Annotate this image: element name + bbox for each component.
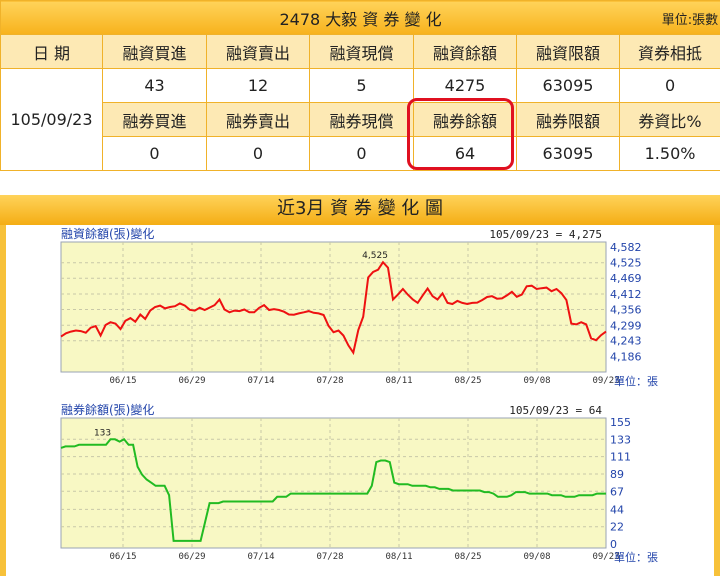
y-tick-label: 4,243 [610, 335, 642, 348]
y-tick-label: 4,582 [610, 241, 642, 254]
short-header-row: 融券買進 融券賣出 融券現償 融券餘額 融券限額 券資比% [0, 102, 720, 137]
margin-value-cell: 12 [206, 68, 310, 103]
x-tick-label: 08/11 [385, 376, 412, 386]
y-tick-label: 22 [610, 521, 624, 534]
x-tick-label: 08/11 [385, 552, 412, 562]
margin-value-cell: 0 [618, 68, 720, 103]
chart-section-title: 近3月 資 券 變 化 圖 [0, 195, 720, 225]
unit-label: 單位：張 [614, 374, 658, 388]
summary-title-bar: 2478 大毅 資 券 變 化 單位:張數 [0, 0, 720, 35]
margin-value-cell: 5 [309, 68, 414, 103]
short-value-cell: 63095 [516, 136, 620, 171]
x-tick-label: 08/25 [454, 376, 481, 386]
margin-header-cell: 融資限額 [516, 34, 620, 69]
short-header-cell: 券資比% [618, 102, 720, 137]
margin-header-cell: 融資賣出 [206, 34, 310, 69]
short-header-cell: 融券限額 [516, 102, 620, 137]
y-tick-label: 4,525 [610, 257, 642, 270]
plot-area [60, 417, 607, 549]
y-tick-label: 89 [610, 468, 624, 481]
margin-header-cell: 融資餘額 [413, 34, 517, 69]
short-value-cell: 0 [309, 136, 414, 171]
chart-section: 近3月 資 券 變 化 圖 06/15 06/29 07/14 07/28 08/11 0… [0, 195, 720, 576]
summary-table: 2478 大毅 資 券 變 化 單位:張數 日 期 融資買進 融資賣出 融資現償… [0, 0, 720, 171]
short-value-row: 0 0 0 64 63095 1.50% [1, 136, 720, 171]
x-tick-label: 07/28 [316, 376, 343, 386]
x-tick-label: 06/15 [109, 376, 136, 386]
margin-header-cell: 融資現償 [309, 34, 414, 69]
short-header-cell: 融券現償 [309, 102, 414, 137]
margin-value-cell: 63095 [516, 68, 620, 103]
short-balance-highlight [407, 98, 514, 170]
margin-value-row: 105/09/23 43 12 5 4275 63095 0 [0, 68, 720, 171]
x-tick-label: 08/25 [454, 552, 481, 562]
y-tick-label: 4,299 [610, 319, 642, 332]
latest-value-label: 105/09/23 = 64 [509, 404, 602, 417]
unit-label: 單位:張數 [661, 13, 719, 28]
x-tick-label: 06/29 [178, 552, 205, 562]
short-value-cell: 0 [102, 136, 207, 171]
short-header-cell: 融券賣出 [206, 102, 310, 137]
plot-area [60, 241, 607, 373]
y-tick-label: 0 [610, 538, 617, 551]
peak-value-label: 133 [94, 428, 111, 438]
date-header: 日 期 [0, 34, 103, 69]
short-value-cell: 0 [206, 136, 310, 171]
chart-panel: 06/15 06/29 07/14 07/28 08/11 08/25 09/08 09/23… [6, 225, 714, 576]
date-cell: 105/09/23 [0, 68, 103, 171]
x-tick-label: 07/14 [247, 552, 274, 562]
x-tick-label: 07/14 [247, 376, 274, 386]
y-tick-label: 111 [610, 451, 631, 464]
margin-balance-chart: 06/15 06/29 07/14 07/28 08/11 08/25 09/08 09/23… [60, 226, 658, 388]
y-tick-label: 4,412 [610, 288, 642, 301]
latest-value-label: 105/09/23 = 4,275 [489, 228, 602, 241]
y-tick-label: 133 [610, 433, 631, 446]
x-tick-label: 07/28 [316, 552, 343, 562]
summary-title: 2478 大毅 資 券 變 化 [279, 9, 442, 29]
short-value-cell: 1.50% [618, 136, 720, 171]
short-balance-chart: 06/15 06/29 07/14 07/28 08/11 08/25 09/08 09/23… [60, 402, 658, 564]
y-tick-label: 44 [610, 503, 624, 516]
x-tick-label: 06/15 [109, 552, 136, 562]
margin-header-cell: 資券相抵 [618, 34, 720, 69]
y-tick-label: 67 [610, 485, 624, 498]
short-header-cell: 融券買進 [102, 102, 207, 137]
unit-label: 單位：張 [614, 550, 658, 564]
y-tick-label: 4,469 [610, 272, 642, 285]
x-tick-label: 09/08 [523, 552, 550, 562]
x-tick-label: 09/08 [523, 376, 550, 386]
chart-title: 融資餘額(張)變化 [61, 226, 154, 241]
margin-header-row: 日 期 融資買進 融資賣出 融資現償 融資餘額 融資限額 資券相抵 [0, 34, 720, 69]
chart-title: 融券餘額(張)變化 [61, 402, 154, 417]
peak-value-label: 4,525 [362, 251, 388, 261]
margin-header-cell: 融資買進 [102, 34, 207, 69]
y-tick-label: 155 [610, 416, 631, 429]
y-tick-label: 4,356 [610, 303, 642, 316]
x-tick-label: 06/29 [178, 376, 205, 386]
y-tick-label: 4,186 [610, 351, 642, 364]
margin-value-cell: 43 [102, 68, 207, 103]
